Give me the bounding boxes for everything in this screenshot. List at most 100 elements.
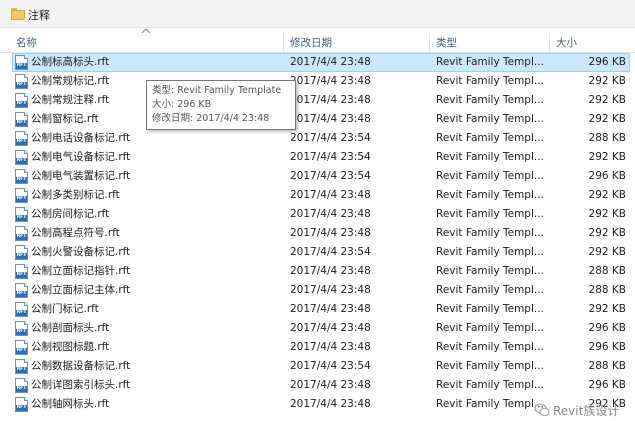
rft-file-icon: RFT <box>15 340 28 355</box>
rft-file-icon: RFT <box>15 112 28 127</box>
file-date: 2017/4/4 23:48 <box>290 227 371 239</box>
file-row[interactable]: RFT 公制立面标记指针.rft 2017/4/4 23:48 Revit Famil… <box>0 262 635 281</box>
file-row[interactable]: RFT 公制视图标题.rft 2017/4/4 23:48 Revit Family … <box>0 338 635 357</box>
file-row[interactable]: RFT 公制数据设备标记.rft 2017/4/4 23:54 Revit Famil… <box>0 357 635 376</box>
file-tooltip: 类型: Revit Family Template 大小: 296 KB 修改日… <box>146 80 296 130</box>
file-size: 292 KB <box>588 208 626 220</box>
column-header-size[interactable]: 大小 <box>550 33 630 53</box>
file-size: 296 KB <box>588 322 626 334</box>
file-name: 公制立面标记主体.rft <box>31 284 131 296</box>
file-size: 296 KB <box>588 341 626 353</box>
title-bar: 注释 <box>0 0 635 28</box>
file-size: 292 KB <box>588 303 626 315</box>
rft-file-icon: RFT <box>15 226 28 241</box>
file-name: 公制详图索引标头.rft <box>31 379 131 391</box>
file-size: 292 KB <box>588 151 626 163</box>
file-row[interactable]: RFT 公制常规标记.rft 2017/4/4 23:48 Revit Family … <box>0 72 635 91</box>
rft-file-icon: RFT <box>15 378 28 393</box>
file-name: 公制门标记.rft <box>31 303 99 315</box>
rft-file-icon: RFT <box>15 207 28 222</box>
file-date: 2017/4/4 23:48 <box>290 322 371 334</box>
file-size: 292 KB <box>588 94 626 106</box>
file-date: 2017/4/4 23:48 <box>290 208 371 220</box>
folder-icon <box>11 8 25 20</box>
file-name: 公制电气设备标记.rft <box>31 151 131 163</box>
rft-file-icon: RFT <box>15 245 28 260</box>
file-name: 公制多类别标记.rft <box>31 189 120 201</box>
file-type: Revit Family Templ... <box>436 132 544 144</box>
file-size: 292 KB <box>588 75 626 87</box>
file-type: Revit Family Templ... <box>436 341 544 353</box>
rft-file-icon: RFT <box>15 188 28 203</box>
file-row[interactable]: RFT 公制电话设备标记.rft 2017/4/4 23:54 Revit Famil… <box>0 129 635 148</box>
file-type: Revit Family Templ... <box>436 379 544 391</box>
rft-file-icon: RFT <box>15 74 28 89</box>
file-size: 296 KB <box>588 56 626 68</box>
rft-file-icon: RFT <box>15 264 28 279</box>
file-type: Revit Family Templ... <box>436 56 544 68</box>
file-type: Revit Family Templ... <box>436 208 544 220</box>
file-name: 公制标高标头.rft <box>31 56 110 68</box>
column-header-date[interactable]: 修改日期 <box>284 33 430 53</box>
file-row[interactable]: RFT 公制窗标记.rft 2017/4/4 23:48 Revit Family T… <box>0 110 635 129</box>
file-type: Revit Family Templ... <box>436 265 544 277</box>
file-size: 288 KB <box>588 360 626 372</box>
file-row[interactable]: RFT 公制详图索引标头.rft 2017/4/4 23:48 Revit Famil… <box>0 376 635 395</box>
wechat-icon <box>534 403 550 417</box>
file-row[interactable]: RFT 公制高程点符号.rft 2017/4/4 23:48 Revit Family… <box>0 224 635 243</box>
file-type: Revit Family Templ... <box>436 113 544 125</box>
file-row[interactable]: RFT 公制常规注释.rft 2017/4/4 23:48 Revit Family … <box>0 91 635 110</box>
file-size: 296 KB <box>588 170 626 182</box>
file-name: 公制轴网标头.rft <box>31 398 110 410</box>
column-header-name[interactable]: 名称 <box>10 33 284 53</box>
file-type: Revit Family Templ... <box>436 284 544 296</box>
file-date: 2017/4/4 23:48 <box>290 56 371 68</box>
file-row[interactable]: RFT 公制剖面标头.rft 2017/4/4 23:48 Revit Family … <box>0 319 635 338</box>
file-size: 288 KB <box>588 132 626 144</box>
file-type: Revit Family Templ... <box>436 94 544 106</box>
file-name: 公制电话设备标记.rft <box>31 132 131 144</box>
file-row[interactable]: RFT 公制电气设备标记.rft 2017/4/4 23:54 Revit Famil… <box>0 148 635 167</box>
file-name: 公制电气装置标记.rft <box>31 170 131 182</box>
file-row[interactable]: RFT 公制标高标头.rft 2017/4/4 23:48 Revit Family … <box>0 53 635 72</box>
tooltip-type: 类型: Revit Family Template <box>152 85 282 96</box>
tooltip-date: 修改日期: 2017/4/4 23:48 <box>152 113 270 124</box>
file-row[interactable]: RFT 公制多类别标记.rft 2017/4/4 23:48 Revit Family… <box>0 186 635 205</box>
file-type: Revit Family Templ... <box>436 246 544 258</box>
file-date: 2017/4/4 23:48 <box>290 94 371 106</box>
file-row[interactable]: RFT 公制门标记.rft 2017/4/4 23:48 Revit Family T… <box>0 300 635 319</box>
file-date: 2017/4/4 23:48 <box>290 379 371 391</box>
file-date: 2017/4/4 23:48 <box>290 398 371 410</box>
file-name: 公制视图标题.rft <box>31 341 110 353</box>
file-date: 2017/4/4 23:48 <box>290 303 371 315</box>
rft-file-icon: RFT <box>15 359 28 374</box>
rft-file-icon: RFT <box>15 397 28 412</box>
column-header-row: 名称 修改日期 类型 大小 <box>0 33 635 53</box>
rft-file-icon: RFT <box>15 150 28 165</box>
rft-file-icon: RFT <box>15 283 28 298</box>
file-name: 公制剖面标头.rft <box>31 322 110 334</box>
file-size: 288 KB <box>588 265 626 277</box>
file-date: 2017/4/4 23:48 <box>290 284 371 296</box>
file-size: 292 KB <box>588 227 626 239</box>
tooltip-size: 大小: 296 KB <box>152 99 212 110</box>
file-size: 292 KB <box>588 246 626 258</box>
file-row[interactable]: RFT 公制立面标记主体.rft 2017/4/4 23:48 Revit Famil… <box>0 281 635 300</box>
file-type: Revit Family Templ... <box>436 189 544 201</box>
file-type: Revit Family Templ... <box>436 303 544 315</box>
file-name: 公制数据设备标记.rft <box>31 360 131 372</box>
file-date: 2017/4/4 23:48 <box>290 75 371 87</box>
watermark-text: Revit族设计 <box>553 404 620 418</box>
file-row[interactable]: RFT 公制火警设备标记.rft 2017/4/4 23:54 Revit Famil… <box>0 243 635 262</box>
file-size: 292 KB <box>588 113 626 125</box>
file-date: 2017/4/4 23:54 <box>290 151 371 163</box>
file-date: 2017/4/4 23:54 <box>290 132 371 144</box>
file-row[interactable]: RFT 公制电气装置标记.rft 2017/4/4 23:54 Revit Famil… <box>0 167 635 186</box>
file-type: Revit Family Templ... <box>436 151 544 163</box>
file-date: 2017/4/4 23:48 <box>290 265 371 277</box>
file-row[interactable]: RFT 公制房间标记.rft 2017/4/4 23:48 Revit Family … <box>0 205 635 224</box>
file-type: Revit Family Templ... <box>436 75 544 87</box>
column-header-type[interactable]: 类型 <box>430 33 550 53</box>
file-date: 2017/4/4 23:48 <box>290 113 371 125</box>
file-name: 公制高程点符号.rft <box>31 227 120 239</box>
